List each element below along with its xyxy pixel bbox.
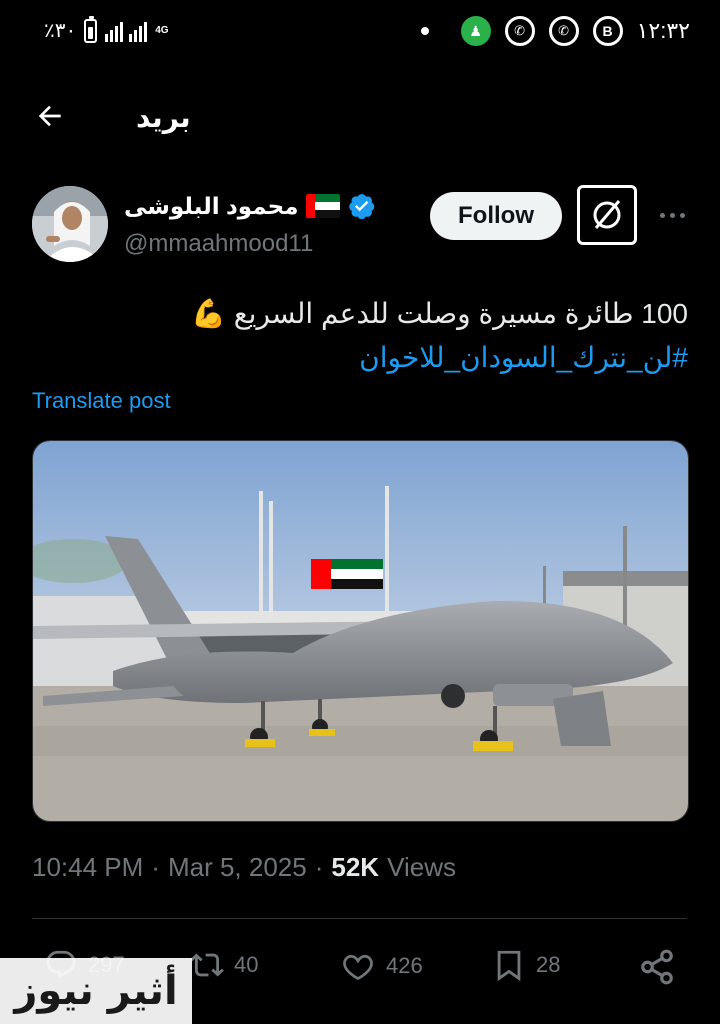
more-options-icon[interactable] xyxy=(652,200,692,230)
tweet-time[interactable]: 10:44 PM xyxy=(32,852,143,883)
like-count: 426 xyxy=(386,953,423,978)
repost-icon xyxy=(190,953,224,977)
avatar[interactable] xyxy=(32,186,108,262)
share-icon xyxy=(641,949,673,985)
tweet-media-image[interactable] xyxy=(32,440,689,822)
author-name-row: محمود البلوشى xyxy=(124,186,384,226)
author-info: محمود البلوشى @mmaahmood11 xyxy=(124,186,384,258)
battery-percent: ٪٣٠ xyxy=(44,20,77,42)
arrow-left-icon xyxy=(38,105,61,127)
grok-button[interactable] xyxy=(577,185,637,245)
views-label: Views xyxy=(387,852,456,882)
status-left: ٪٣٠ 4G xyxy=(44,15,169,43)
repost-button[interactable]: 40 xyxy=(190,948,258,982)
status-bar: ٪٣٠ 4G ♟ ✆ ✆ B ١٢:٣٢ xyxy=(0,0,720,66)
meta-separator: · xyxy=(314,852,324,882)
views-count: 52K xyxy=(331,852,380,882)
divider xyxy=(32,918,687,919)
bookmark-icon xyxy=(497,950,521,982)
drone-photo xyxy=(33,441,688,821)
tweet-body: 100 طائرة مسيرة وصلت للدعم السريع 💪 #لن_… xyxy=(28,292,688,380)
tweet-text: 100 طائرة مسيرة وصلت للدعم السريع 💪 xyxy=(191,298,688,329)
hashtag-link[interactable]: #لن_نترك_السودان_للاخوان xyxy=(28,336,688,380)
tweet-meta: 10:44 PM · Mar 5, 2025 · 52K Views xyxy=(32,852,456,883)
signal-icon xyxy=(105,20,148,42)
watermark-text: أثير نيوز xyxy=(14,968,178,1014)
translate-post-link[interactable]: Translate post xyxy=(32,388,171,414)
whatsapp-icon: ✆ xyxy=(504,16,535,46)
dot-icon xyxy=(420,27,429,35)
author-handle[interactable]: @mmaahmood11 xyxy=(124,230,384,258)
post-header: بريد xyxy=(0,86,720,146)
page-title: بريد xyxy=(136,102,191,133)
network-type: 4G xyxy=(155,24,169,36)
heart-icon xyxy=(343,954,373,981)
author-name[interactable]: محمود البلوشى xyxy=(124,193,298,220)
status-time: ١٢:٣٢ xyxy=(636,18,690,43)
repost-count: 40 xyxy=(234,952,259,977)
like-button[interactable]: 426 xyxy=(340,948,423,984)
share-button[interactable] xyxy=(638,948,676,986)
status-right: ♟ ✆ ✆ B ١٢:٣٢ xyxy=(420,16,690,46)
uae-flag-icon xyxy=(306,194,341,218)
back-button[interactable] xyxy=(30,96,70,136)
whatsapp-icon: ✆ xyxy=(548,16,579,46)
watermark-logo: أثير نيوز xyxy=(0,958,192,1024)
avatar-image xyxy=(32,186,108,262)
bookmark-button[interactable]: 28 xyxy=(492,948,560,982)
b-app-icon: B xyxy=(592,16,623,46)
verified-badge-icon xyxy=(349,194,375,220)
follow-button[interactable]: Follow xyxy=(430,192,562,240)
grok-icon xyxy=(593,200,621,229)
battery-icon xyxy=(84,15,98,43)
meta-separator: · xyxy=(151,852,160,882)
tweet-date[interactable]: Mar 5, 2025 xyxy=(168,852,307,883)
bookmark-count: 28 xyxy=(536,952,561,977)
app-icon-green: ♟ xyxy=(460,16,491,46)
